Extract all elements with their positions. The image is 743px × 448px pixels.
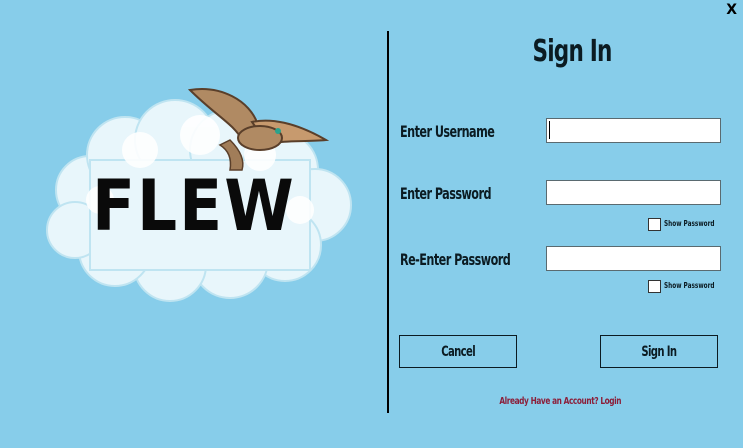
sign-in-button-label: Sign In <box>641 343 677 360</box>
logo: FLEW <box>30 70 370 310</box>
reenter-password-label: Re-Enter Password <box>400 250 511 269</box>
cancel-button[interactable]: Cancel <box>399 335 517 368</box>
show-reenter-password-checkbox[interactable] <box>648 280 661 293</box>
username-label: Enter Username <box>400 122 495 141</box>
reenter-password-input[interactable] <box>546 246 721 271</box>
cloud-logo-icon: FLEW <box>46 88 352 302</box>
username-input[interactable] <box>546 118 721 143</box>
login-link[interactable]: Already Have an Account? Login <box>470 396 650 407</box>
close-button[interactable]: X <box>726 2 737 18</box>
text-caret <box>549 121 550 139</box>
password-label: Enter Password <box>400 184 491 203</box>
login-link-text: Already Have an Account? Login <box>499 396 621 407</box>
cancel-button-label: Cancel <box>441 343 475 360</box>
show-password-checkbox[interactable] <box>648 218 661 231</box>
show-password-label: Show Password <box>664 219 715 228</box>
password-input[interactable] <box>546 180 721 205</box>
sign-in-button[interactable]: Sign In <box>600 335 718 368</box>
divider <box>387 31 389 413</box>
show-reenter-password-label: Show Password <box>664 281 715 290</box>
logo-text: FLEW <box>92 165 296 247</box>
page-title: Sign In <box>532 34 612 69</box>
